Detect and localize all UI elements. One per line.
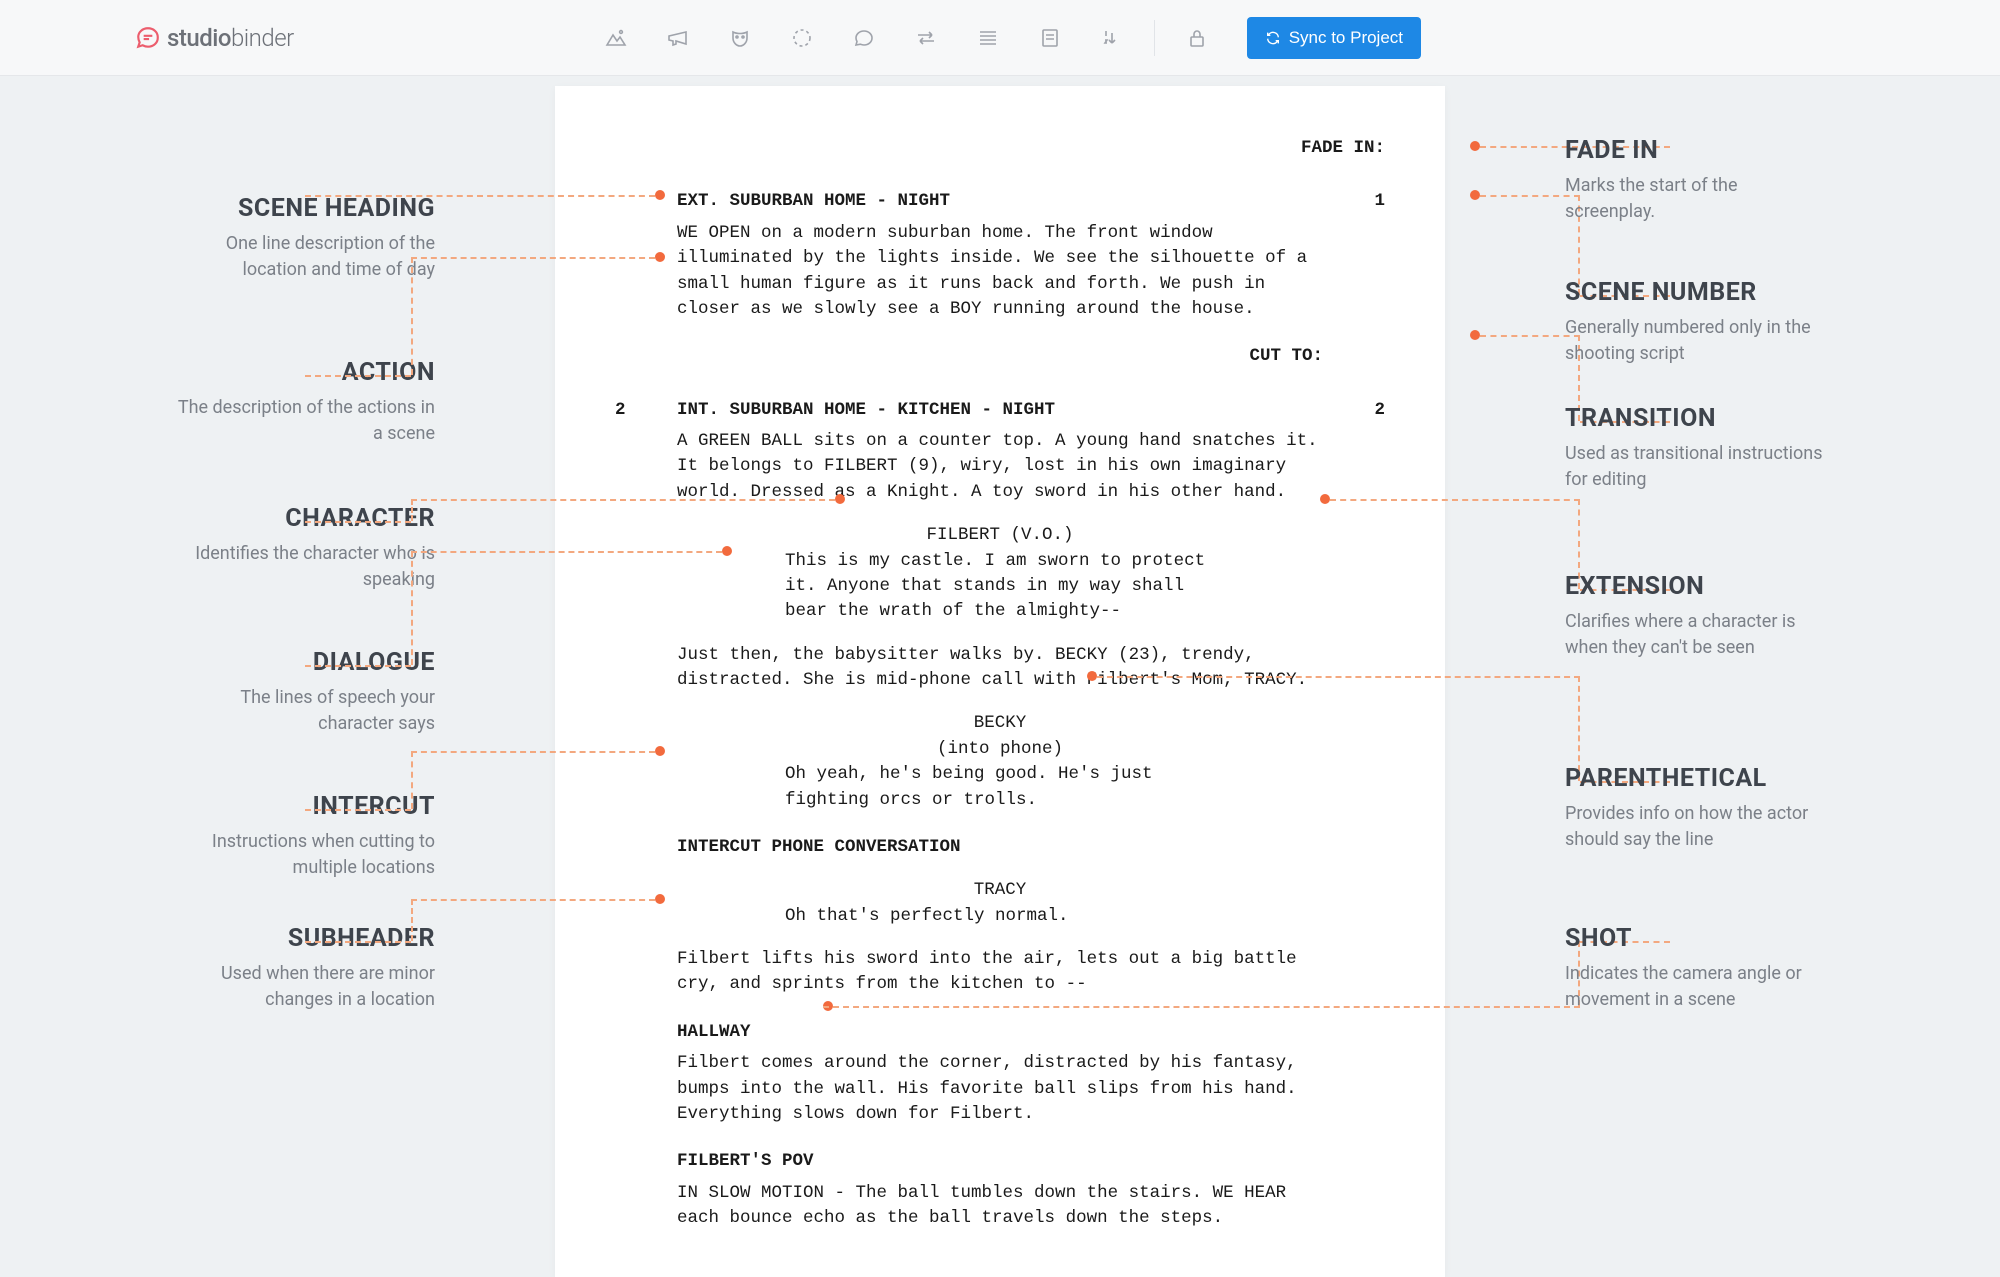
label-fade-in: FADE IN Marks the start of the screenpla… [1565,136,1825,225]
shot-pov: FILBERT'S POV [677,1149,1385,1174]
action-sword: Filbert lifts his sword into the air, le… [677,947,1323,998]
sync-button[interactable]: Sync to Project [1247,17,1421,59]
character-becky: BECKY [615,711,1385,736]
dash-char-v [411,499,413,521]
label-extension: EXTENSION Clarifies where a character is… [1565,572,1825,661]
lock-icon[interactable] [1185,26,1209,50]
scene-1-slug: EXT. SUBURBAN HOME - NIGHT [677,189,1323,214]
dialogue-filbert: This is my castle. I am sworn to protect… [785,549,1215,625]
label-parenthetical: PARENTHETICAL Provides info on how the a… [1565,764,1825,853]
dash-char-h [411,499,835,501]
logo[interactable]: studiobinder [135,24,294,52]
dash-intercut-h [411,751,655,753]
dot-dialogue [722,546,732,556]
transition-cutto: CUT TO: [615,344,1323,369]
action-slowmo: IN SLOW MOTION - The ball tumbles down t… [677,1181,1323,1232]
dot-sceneheading [655,190,665,200]
toolbar: Sync to Project [604,17,1421,59]
dash-sub-h2 [305,941,411,943]
dash-dialog-h2 [305,665,411,667]
character-tracy: TRACY [615,878,1385,903]
label-action: ACTION The description of the actions in… [175,358,435,447]
right-annotations: FADE IN Marks the start of the screenpla… [1445,86,1825,1277]
dash-dialog-h [411,551,722,553]
label-subheader: SUBHEADER Used when there are minor chan… [175,924,435,1013]
dash-action-h2 [305,375,411,377]
comment-icon[interactable] [852,26,876,50]
dot-intercut [655,746,665,756]
dash-intercut-h2 [305,809,411,811]
dot-subheader [655,894,665,904]
fade-in: FADE IN: [615,136,1385,161]
label-scene-heading: SCENE HEADING One line description of th… [175,194,435,283]
dot-action [655,252,665,262]
dash-intercut-v [411,751,413,809]
action-becky-intro: Just then, the babysitter walks by. BECK… [677,643,1323,694]
paragraph-icon[interactable] [976,26,1000,50]
dash-sub-v [411,899,413,941]
numbering-icon[interactable] [1100,26,1124,50]
scene-1-number: 1 [1323,189,1385,214]
dash-sub-h [411,899,655,901]
action-hallway: Filbert comes around the corner, distrac… [677,1051,1323,1127]
character-filbert: FILBERT (V.O.) [615,523,1385,548]
screenplay-page: FADE IN: EXT. SUBURBAN HOME - NIGHT 1 WE… [555,86,1445,1277]
label-scene-number: SCENE NUMBER Generally numbered only in … [1565,278,1825,367]
dash-action-h [411,257,655,259]
dash-dialog-v [411,551,413,665]
scene-2-number-right: 2 [1323,398,1385,423]
dot-extension [1320,494,1330,504]
main-canvas: SCENE HEADING One line description of th… [0,76,2000,1277]
scene-2-action: A GREEN BALL sits on a counter top. A yo… [677,429,1323,505]
scene-2-number-left: 2 [615,398,677,423]
scene-1-heading-row: EXT. SUBURBAN HOME - NIGHT 1 [615,189,1385,214]
dash-sceneheading [305,195,655,197]
scene-2-slug: INT. SUBURBAN HOME - KITCHEN - NIGHT [677,398,1323,423]
toolbar-separator [1154,20,1155,56]
circle-icon[interactable] [790,26,814,50]
scene-1-action: WE OPEN on a modern suburban home. The f… [677,221,1323,323]
mask-icon[interactable] [728,26,752,50]
swap-icon[interactable] [914,26,938,50]
label-dialogue: DIALOGUE The lines of speech your charac… [175,648,435,737]
label-character: CHARACTER Identifies the character who i… [175,504,435,593]
dot-parenthetical [1087,671,1097,681]
logo-icon [135,25,161,51]
logo-text: studiobinder [167,24,294,52]
parenthetical-becky: (into phone) [615,737,1385,762]
dot-character [835,494,845,504]
dash-action-v [411,257,413,375]
left-annotations: SCENE HEADING One line description of th… [175,86,555,1277]
dialogue-becky: Oh yeah, he's being good. He's just figh… [785,762,1215,813]
dash-char-h2 [305,521,411,523]
label-shot: SHOT Indicates the camera angle or movem… [1565,924,1825,1013]
megaphone-icon[interactable] [666,26,690,50]
intercut: INTERCUT PHONE CONVERSATION [677,835,1385,860]
app-header: studiobinder [0,0,2000,76]
dialogue-tracy: Oh that's perfectly normal. [785,904,1215,929]
subheader-hallway: HALLWAY [677,1020,1385,1045]
label-transition: TRANSITION Used as transitional instruct… [1565,404,1825,493]
note-icon[interactable] [1038,26,1062,50]
label-intercut: INTERCUT Instructions when cutting to mu… [175,792,435,881]
scene-2-heading-row: 2 INT. SUBURBAN HOME - KITCHEN - NIGHT 2 [615,398,1385,423]
scenery-icon[interactable] [604,26,628,50]
refresh-icon [1265,30,1281,46]
